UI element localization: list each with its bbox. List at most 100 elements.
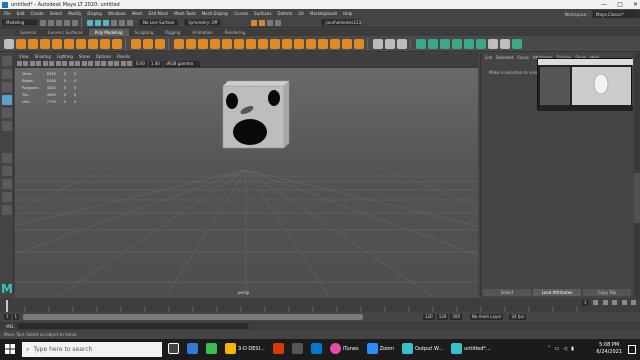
ae-tab-list[interactable]: List [485, 55, 492, 60]
menu-deform[interactable]: Deform [277, 11, 292, 16]
lasso-tool-icon[interactable] [2, 69, 12, 79]
planar-uv-icon[interactable] [428, 38, 438, 49]
menu-mesh[interactable]: Mesh [132, 11, 143, 16]
live-surface-field[interactable]: No Live Surface [139, 19, 179, 26]
viewport-menu-options[interactable]: Options [96, 54, 111, 59]
menu-mesh-tools[interactable]: Mesh Tools [174, 11, 196, 16]
menu-modify[interactable]: Modify [68, 11, 81, 16]
shelf-tab-animation[interactable]: Animation [186, 29, 218, 36]
poly-cylinder-icon[interactable] [40, 38, 50, 49]
shelf-tab-rigging[interactable]: Rigging [159, 29, 186, 36]
cylindrical-uv-icon[interactable] [440, 38, 450, 49]
outliner-icon[interactable] [2, 205, 12, 215]
viewport-menu-shading[interactable]: Shading [35, 54, 51, 59]
four-view-icon[interactable] [2, 166, 12, 176]
menu-select[interactable]: Select [50, 11, 62, 16]
poly-cube-icon[interactable] [28, 38, 38, 49]
poly-torus-icon[interactable] [64, 38, 74, 49]
poly-sphere-icon[interactable] [16, 38, 26, 49]
menu-edit[interactable]: Edit [17, 11, 25, 16]
slide-edge-icon[interactable] [385, 38, 395, 49]
viewport[interactable] [15, 68, 478, 298]
snap-curve-icon[interactable] [119, 19, 125, 26]
lights-icon[interactable] [101, 61, 106, 66]
smooth-icon[interactable] [155, 38, 165, 49]
chrome-browser-icon[interactable] [206, 343, 217, 354]
isolate-select-icon[interactable] [127, 61, 132, 66]
far-clip-field[interactable]: 1.00 [148, 60, 162, 67]
render-settings-icon[interactable] [267, 19, 274, 26]
ae-copy-tab-button[interactable]: Copy Tab [583, 288, 631, 296]
persp-outliner-icon[interactable] [2, 179, 12, 189]
paint-select-tool-icon[interactable] [2, 82, 12, 92]
range-bar[interactable] [23, 314, 364, 320]
shelf-tab-curves-surfaces[interactable]: Curves / Surfaces [42, 29, 89, 36]
knife-icon[interactable] [373, 38, 383, 49]
cube-mesh[interactable] [222, 80, 290, 149]
edge-browser-icon[interactable] [187, 343, 198, 354]
camera-attributes-icon[interactable] [23, 61, 28, 66]
multi-cut-icon[interactable] [282, 38, 292, 49]
maximize-button[interactable]: □ [617, 0, 623, 9]
current-frame-field[interactable]: 1 [582, 300, 589, 306]
symmetry-field[interactable]: Symmetry: Off [184, 19, 222, 26]
video-overlay-thumbnail[interactable] [537, 58, 633, 111]
ae-select-button[interactable]: Select [483, 288, 531, 296]
menu-create[interactable]: Create [30, 11, 43, 16]
shelf-tab-poly-modeling[interactable]: Poly Modeling [88, 29, 129, 36]
persp-graph-icon[interactable] [2, 192, 12, 202]
mode-select[interactable]: Modeling [2, 19, 38, 26]
smooth-shade-icon[interactable] [88, 61, 93, 66]
poly-plane-icon[interactable] [76, 38, 86, 49]
poly-cone-icon[interactable] [52, 38, 62, 49]
hypershade-icon[interactable] [275, 19, 282, 26]
taskbar-app-zoom[interactable]: Zoom [366, 343, 394, 354]
uv-editor-icon[interactable] [416, 38, 426, 49]
target-weld-icon[interactable] [294, 38, 304, 49]
combine-icon[interactable] [131, 38, 141, 49]
taskbar-app-3d-design[interactable]: 3-D DESI... [225, 343, 265, 354]
chevron-up-icon[interactable]: ˄ [548, 346, 551, 352]
cut-uv-icon[interactable] [488, 38, 498, 49]
near-clip-field[interactable]: 0.00 [134, 60, 147, 67]
new-scene-icon[interactable] [40, 19, 46, 26]
menu-marketplace[interactable]: MarketplaceA [310, 11, 337, 16]
connect-icon[interactable] [306, 38, 316, 49]
menu-windows[interactable]: Windows [108, 11, 126, 16]
scale-tool-icon[interactable] [2, 121, 12, 131]
save-scene-icon[interactable] [56, 19, 62, 26]
network-icon[interactable]: ▭ [555, 346, 560, 352]
render-icon[interactable] [251, 19, 258, 26]
poly-disc-icon[interactable] [88, 38, 98, 49]
menu-help[interactable]: Help [343, 11, 352, 16]
office-icon[interactable] [272, 343, 284, 354]
film-gate-icon[interactable] [49, 61, 54, 66]
time-slider[interactable]: 1 [0, 298, 640, 312]
rotate-tool-icon[interactable] [2, 108, 12, 118]
boolean-difference-icon[interactable] [186, 38, 196, 49]
step-forward-icon[interactable] [621, 300, 627, 305]
go-to-end-icon[interactable] [631, 300, 637, 305]
shelf-tab-rendering[interactable]: Rendering [219, 29, 251, 36]
resolution-gate-icon[interactable] [55, 61, 61, 66]
open-scene-icon[interactable] [48, 19, 54, 26]
menu-display[interactable]: Display [87, 11, 102, 16]
textured-icon[interactable] [94, 61, 100, 66]
snap-grid-icon[interactable] [111, 19, 117, 26]
append-polygon-icon[interactable] [258, 38, 268, 49]
automatic-uv-icon[interactable] [464, 38, 474, 49]
shelf-tab-sculpting[interactable]: Sculpting [129, 29, 160, 36]
store-icon[interactable] [291, 343, 303, 354]
viewport-menu-lighting[interactable]: Lighting [57, 54, 73, 59]
play-forward-icon[interactable] [612, 300, 618, 305]
move-tool-icon[interactable] [2, 95, 12, 105]
layout-uv-icon[interactable] [512, 38, 522, 49]
separate-icon[interactable] [143, 38, 153, 49]
camera-icon[interactable] [16, 61, 22, 66]
bevel-icon[interactable] [246, 38, 256, 49]
menu-edit-mesh[interactable]: Edit Mesh [149, 11, 169, 16]
gate-mask-icon[interactable] [62, 61, 67, 66]
ae-tab-focus[interactable]: Focus [517, 55, 528, 60]
undo-icon[interactable] [64, 19, 70, 26]
wireframe-icon[interactable] [81, 61, 87, 66]
